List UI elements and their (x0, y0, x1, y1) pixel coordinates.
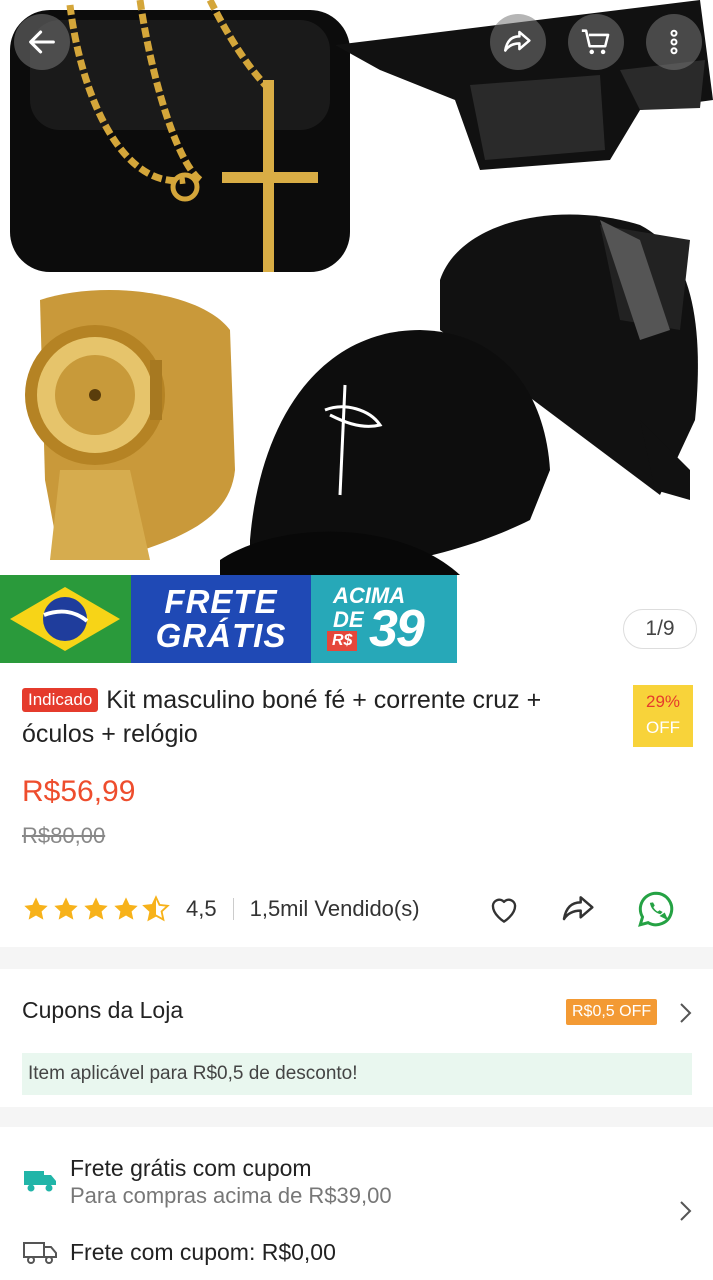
star-icon (24, 897, 48, 920)
more-options-button[interactable] (646, 14, 702, 70)
cart-button[interactable] (568, 14, 624, 70)
product-title: Kit masculino boné fé + corrente cruz + … (22, 686, 542, 748)
free-shipping-subtitle: Para compras acima de R$39,00 (70, 1183, 392, 1208)
share-button[interactable] (490, 14, 546, 70)
coupons-label: Cupons da Loja (22, 997, 184, 1023)
banner-de: DE (333, 607, 364, 632)
product-photo (10, 0, 713, 575)
rating-row: 4,5 1,5mil Vendido(s) (22, 889, 702, 929)
product-info-section: Indicado Kit masculino boné fé + corrente… (0, 663, 713, 947)
shipping-section[interactable]: Frete grátis com cupom Para compras acim… (0, 1127, 713, 1280)
product-title-block: Indicado Kit masculino boné fé + corrente… (22, 683, 612, 751)
share-icon[interactable] (559, 889, 599, 929)
recommended-badge: Indicado (22, 688, 99, 712)
free-shipping-banner: FRETE GRÁTIS ACIMA DE R$ 39 (0, 575, 457, 663)
arrow-left-icon (29, 30, 55, 54)
product-image-gallery[interactable]: FRETE GRÁTIS ACIMA DE R$ 39 1/9 (0, 0, 713, 663)
free-shipping-title: Frete grátis com cupom (70, 1155, 312, 1181)
discount-percent: 29% (645, 692, 681, 711)
share-icon (503, 30, 531, 52)
rating-value: 4,5 (186, 896, 217, 921)
cart-icon (581, 29, 610, 55)
star-half-icon (142, 895, 170, 922)
product-actions (485, 889, 677, 929)
banner-frete-line1: FRETE (164, 583, 278, 620)
discount-off-label: OFF (646, 718, 680, 737)
original-price: R$80,00 (22, 823, 106, 848)
whatsapp-icon[interactable] (635, 888, 677, 930)
star-icon (84, 897, 108, 920)
divider (232, 898, 234, 920)
sold-count: 1,5mil Vendido(s) (249, 896, 420, 921)
back-button[interactable] (14, 14, 70, 70)
brazil-flag-icon (0, 575, 131, 663)
star-icon (114, 897, 138, 920)
coupon-shipping-cost: Frete com cupom: R$0,00 (70, 1239, 336, 1265)
chevron-right-icon (680, 1201, 692, 1221)
store-coupons-section[interactable]: Cupons da Loja R$0,5 OFF Item aplicável … (0, 969, 713, 1107)
discount-tag: 29% OFF (633, 685, 693, 747)
rating-stars (22, 895, 170, 923)
banner-amount: 39 (369, 600, 425, 658)
banner-threshold: ACIMA DE R$ 39 (311, 575, 457, 663)
banner-frete-line2: GRÁTIS (155, 617, 287, 654)
current-price: R$56,99 (22, 775, 136, 808)
truck-outline-icon (23, 1242, 57, 1264)
image-counter: 1/9 (623, 609, 697, 649)
coupon-applicable-note: Item aplicável para R$0,5 de desconto! (22, 1053, 692, 1095)
banner-currency: R$ (327, 631, 358, 651)
chevron-right-icon (680, 1003, 692, 1023)
more-vertical-icon (670, 29, 678, 55)
banner-frete-text: FRETE GRÁTIS (131, 575, 311, 663)
heart-icon[interactable] (485, 890, 523, 928)
coupon-tag: R$0,5 OFF (566, 999, 658, 1025)
star-icon (54, 897, 78, 920)
truck-icon (24, 1171, 56, 1192)
